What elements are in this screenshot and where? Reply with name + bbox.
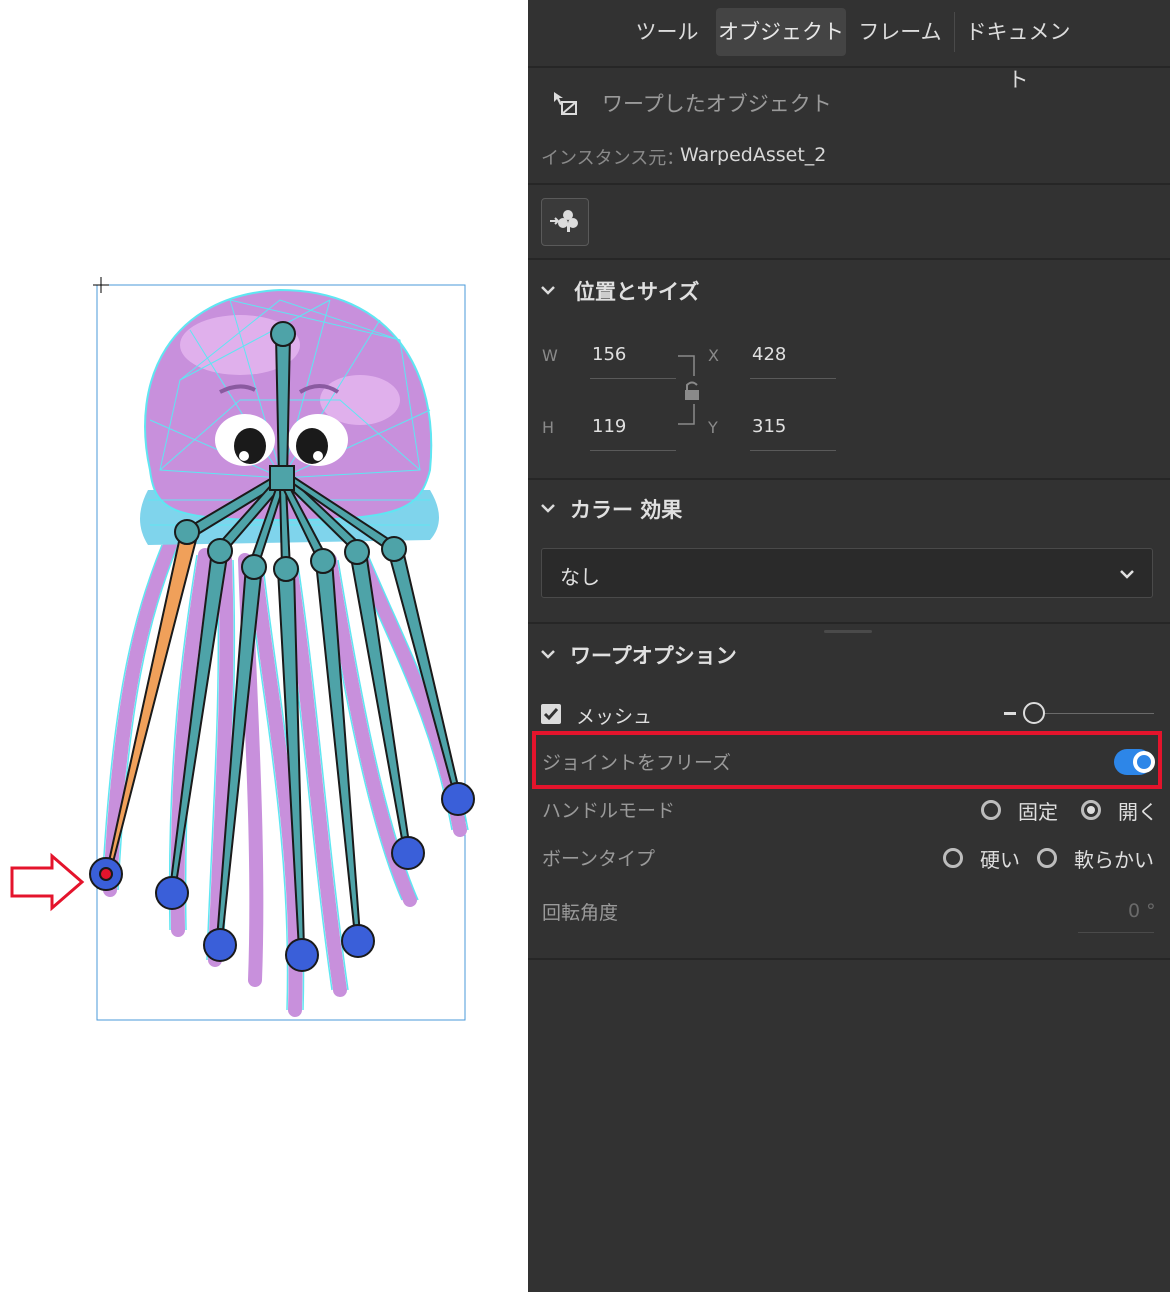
- handle-mode-fixed-radio[interactable]: [981, 800, 1001, 820]
- tab-frame[interactable]: フレーム: [856, 8, 944, 56]
- divider: [528, 958, 1170, 960]
- joint: [241, 554, 267, 580]
- w-field-underline: [590, 378, 676, 379]
- rotation-angle-field[interactable]: 0 °: [1128, 900, 1156, 922]
- instance-of-value[interactable]: WarpedAsset_2: [680, 144, 826, 166]
- divider: [528, 622, 1170, 624]
- tab-divider: [954, 12, 955, 52]
- h-label: H: [542, 418, 555, 437]
- tab-document[interactable]: ドキュメント: [958, 8, 1078, 92]
- handle-mode-fixed-label[interactable]: 固定: [1018, 796, 1058, 825]
- color-effect-dropdown[interactable]: なし: [541, 548, 1153, 598]
- divider: [528, 183, 1170, 185]
- section-title-warp-options[interactable]: ワープオプション: [570, 640, 737, 670]
- x-field-underline: [750, 378, 836, 379]
- joint-end: [285, 938, 319, 972]
- warped-jellyfish-artwork[interactable]: [0, 0, 528, 1292]
- y-field-underline: [750, 450, 836, 451]
- joint: [344, 539, 370, 565]
- object-type-title: ワープしたオブジェクト: [602, 92, 832, 116]
- tab-tool[interactable]: ツール: [620, 8, 714, 56]
- mesh-label: メッシュ: [576, 706, 653, 728]
- w-field[interactable]: 156: [592, 344, 626, 365]
- mesh-checkbox[interactable]: [541, 704, 561, 724]
- swap-symbol-icon: [550, 210, 578, 232]
- handle-mode-open-label[interactable]: 開く: [1118, 796, 1158, 825]
- bone-type-rigid-label[interactable]: 硬い: [980, 844, 1020, 873]
- bone-type-rigid-radio[interactable]: [943, 848, 963, 868]
- handle-mode-label: ハンドルモード: [542, 800, 676, 822]
- bone-type-label: ボーンタイプ: [542, 848, 656, 870]
- canvas-stage[interactable]: [0, 0, 528, 1292]
- mesh-slider-minus-icon: [1004, 712, 1016, 715]
- joint-end: [155, 876, 189, 910]
- h-field-underline: [590, 450, 676, 451]
- color-effect-selected: なし: [560, 565, 600, 589]
- section-title-position-size[interactable]: 位置とサイズ: [574, 276, 699, 306]
- lock-open-icon[interactable]: [676, 352, 700, 428]
- divider: [528, 478, 1170, 480]
- mesh-slider-handle[interactable]: [1023, 702, 1045, 724]
- section-title-color-effect[interactable]: カラー 効果: [570, 494, 682, 524]
- instance-of-label: インスタンス元：: [541, 148, 685, 169]
- joint-end: [441, 782, 475, 816]
- warped-object-icon: [554, 92, 577, 115]
- x-label: X: [708, 346, 719, 365]
- chevron-down-icon[interactable]: [540, 500, 556, 516]
- freeze-joints-toggle-knob: [1133, 751, 1155, 773]
- panel-tabs: ツール オブジェクト フレーム ドキュメント: [528, 0, 1170, 92]
- bone-type-soft-label[interactable]: 軟らかい: [1074, 844, 1154, 873]
- w-label: W: [542, 346, 558, 365]
- joint-selected-dot: [99, 867, 113, 881]
- rotation-angle-underline: [1078, 932, 1154, 933]
- registration-point-icon: [93, 277, 109, 293]
- freeze-joints-label: ジョイントをフリーズ: [542, 752, 732, 774]
- handle-mode-open-radio[interactable]: [1081, 800, 1101, 820]
- panel-resize-grip[interactable]: [824, 630, 872, 633]
- callout-arrow-icon: [10, 852, 85, 912]
- rotation-angle-label: 回転角度: [542, 902, 619, 924]
- bone: [386, 544, 462, 799]
- y-field[interactable]: 315: [752, 416, 786, 437]
- joint-end: [341, 924, 375, 958]
- properties-panel: ツール オブジェクト フレーム ドキュメント ワープしたオブジェクト インスタン…: [528, 0, 1170, 1292]
- joint-end: [203, 928, 237, 962]
- divider: [528, 258, 1170, 260]
- chevron-down-icon[interactable]: [540, 282, 556, 298]
- chevron-down-icon: [1120, 570, 1134, 579]
- joint: [174, 519, 200, 545]
- joint: [207, 538, 233, 564]
- joint-end: [391, 836, 425, 870]
- x-field[interactable]: 428: [752, 344, 786, 365]
- joint: [273, 556, 299, 582]
- chevron-down-icon[interactable]: [540, 646, 556, 662]
- joint: [381, 536, 407, 562]
- joint: [310, 548, 336, 574]
- joint: [270, 321, 296, 347]
- swap-symbol-button[interactable]: [541, 198, 589, 246]
- bone: [274, 334, 292, 479]
- bone-type-soft-radio[interactable]: [1037, 848, 1057, 868]
- y-label: Y: [708, 418, 718, 437]
- h-field[interactable]: 119: [592, 416, 626, 437]
- checkmark-icon: [543, 708, 559, 721]
- root-joint: [269, 465, 295, 491]
- tab-object[interactable]: オブジェクト: [716, 8, 846, 56]
